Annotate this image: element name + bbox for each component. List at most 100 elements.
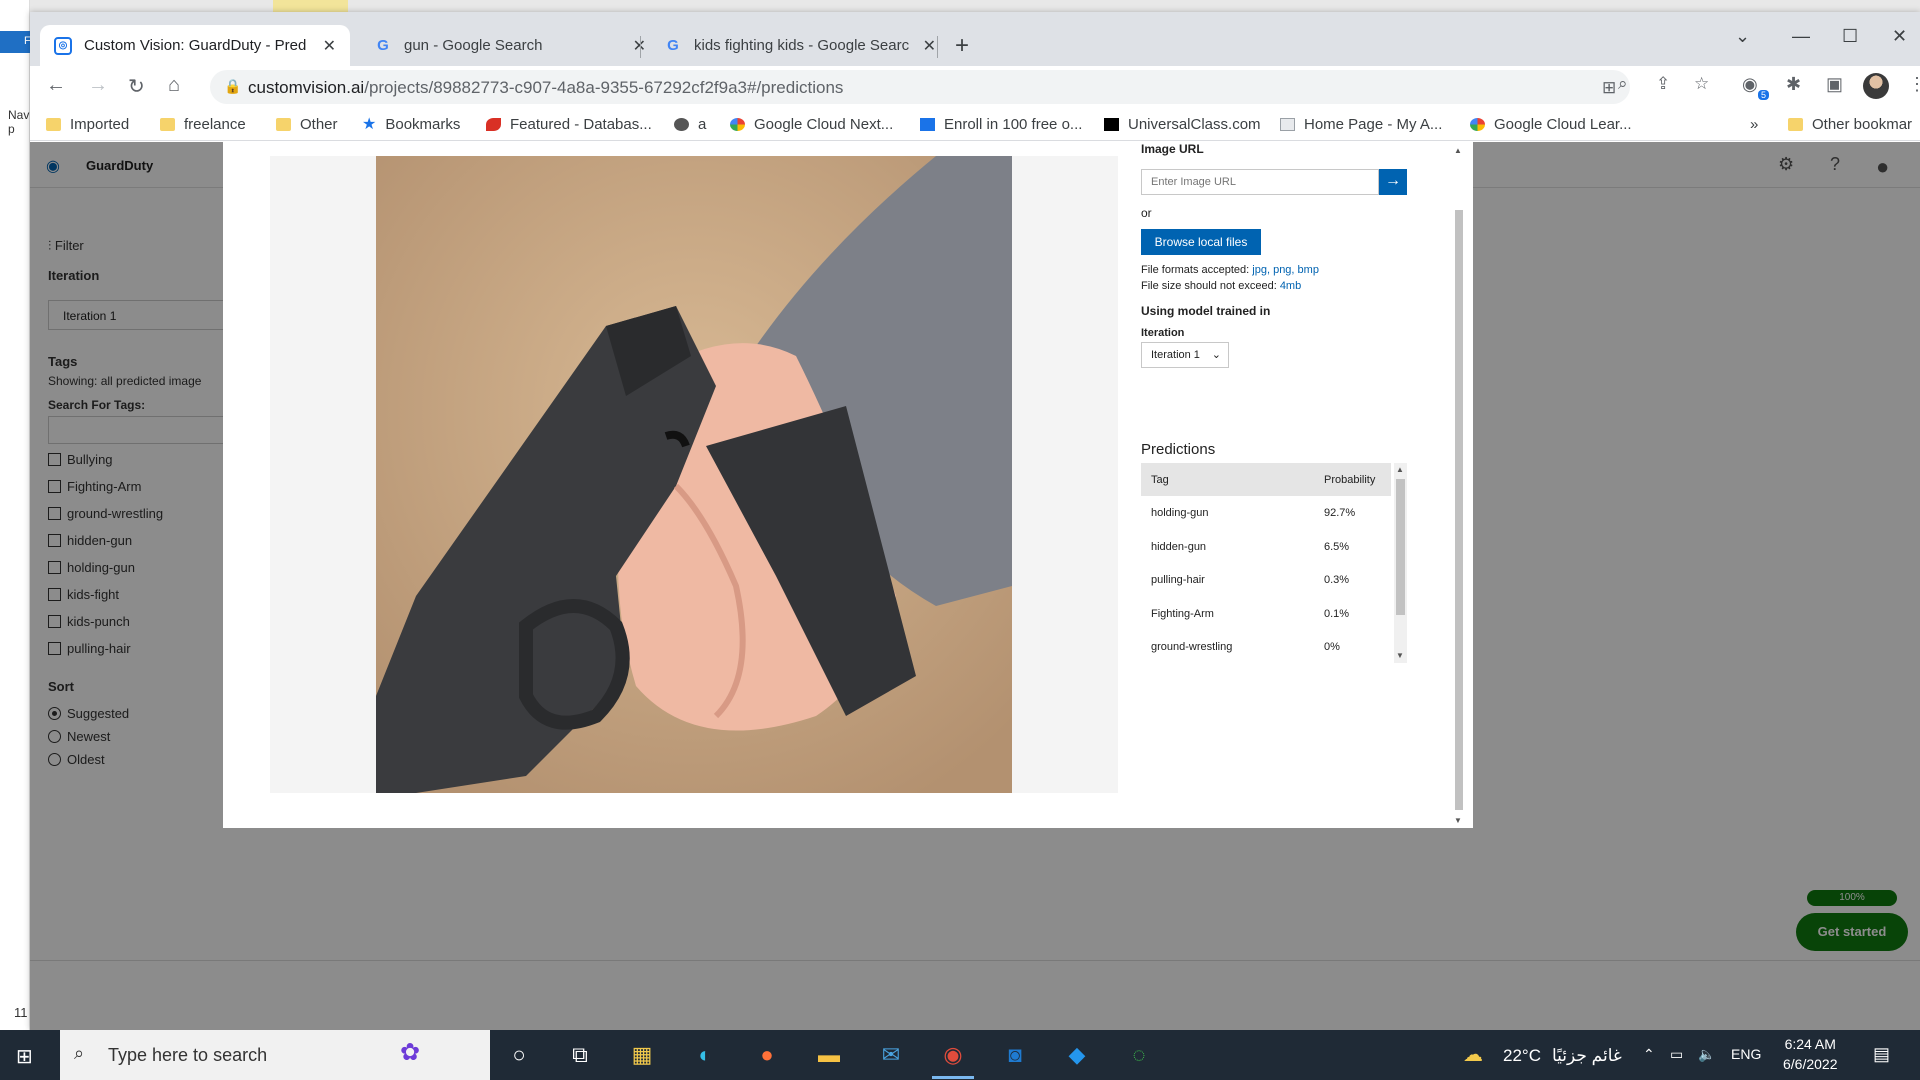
scroll-down-icon[interactable]: ▼	[1454, 816, 1462, 825]
tab-kids-fighting-search[interactable]: G kids fighting kids - Google Searc ✕	[650, 25, 950, 66]
extensions-puzzle-icon[interactable]: ✱	[1786, 74, 1801, 95]
search-icon: ⌕	[74, 1043, 85, 1063]
desktop-background-window: F Nav p 11	[0, 0, 31, 1030]
reload-icon[interactable]: ↻	[128, 74, 145, 99]
weather-text[interactable]: غائم جزئيًا	[1552, 1046, 1622, 1066]
minimize-icon[interactable]: —	[1792, 26, 1810, 47]
extension-badge: 5	[1758, 90, 1770, 100]
bookmark-item[interactable]: a	[674, 116, 706, 133]
chrome-icon[interactable]: ◉	[932, 1040, 974, 1079]
page-content: ← ◉ GuardDuty ⚙ ? ● ⫶ Filter Iteration I…	[30, 142, 1920, 1030]
notifications-icon[interactable]: ▤	[1873, 1044, 1890, 1065]
predictions-header: Tag Probability	[1141, 463, 1391, 496]
forward-icon[interactable]: →	[88, 74, 108, 97]
prediction-probability: 0.3%	[1324, 574, 1350, 586]
table-row: hidden-gun 6.5%	[1141, 530, 1391, 563]
edge-icon[interactable]: ◐	[690, 1040, 720, 1070]
tab-custom-vision[interactable]: ◎ Custom Vision: GuardDuty - Pred ✕	[40, 25, 350, 66]
table-row: holding-gun 92.7%	[1141, 496, 1391, 529]
scroll-up-icon[interactable]: ▲	[1454, 146, 1462, 155]
scroll-up-icon[interactable]: ▲	[1396, 465, 1404, 474]
prediction-probability: 92.7%	[1324, 507, 1356, 519]
close-tab-icon[interactable]: ✕	[323, 36, 336, 56]
bookmark-item[interactable]: Google Cloud Next...	[730, 116, 893, 133]
new-tab-button[interactable]: +	[955, 32, 969, 60]
back-icon[interactable]: ←	[46, 74, 66, 97]
mail-icon[interactable]: ✉	[876, 1040, 906, 1070]
scrollbar-thumb[interactable]	[1396, 479, 1405, 615]
address-bar[interactable]: 🔒 customvision.ai/projects/89882773-c907…	[210, 70, 1630, 104]
document-icon	[1280, 118, 1295, 131]
bookmark-item[interactable]: Other	[276, 116, 338, 133]
network-icon[interactable]: ▭	[1670, 1046, 1683, 1063]
tab-separator	[937, 36, 938, 58]
image-url-input[interactable]	[1141, 169, 1379, 195]
side-panel-icon[interactable]: ▣	[1826, 74, 1843, 95]
quick-test-controls: Image URL → or Browse local files File f…	[1141, 142, 1441, 828]
folder-icon	[46, 118, 61, 131]
browse-local-files-button[interactable]: Browse local files	[1141, 229, 1261, 255]
prediction-probability: 0%	[1324, 641, 1340, 653]
translate-icon[interactable]: ⊞	[1602, 78, 1616, 98]
weather-icon[interactable]: ☁	[1463, 1042, 1483, 1067]
other-bookmarks[interactable]: Other bookmar	[1788, 116, 1912, 133]
firefox-icon[interactable]: ●	[752, 1040, 782, 1070]
close-window-icon[interactable]: ✕	[1892, 26, 1907, 47]
tab-gun-search[interactable]: G gun - Google Search ✕	[360, 25, 660, 66]
cortana-icon[interactable]: ○	[504, 1040, 534, 1070]
scroll-down-icon[interactable]: ▼	[1396, 651, 1404, 660]
clock-date: 6/6/2022	[1783, 1056, 1838, 1072]
table-row: ground-wrestling 0%	[1141, 630, 1391, 663]
docker-icon[interactable]: ◆	[1062, 1040, 1092, 1070]
menu-kebab-icon[interactable]: ⋮	[1908, 74, 1920, 95]
bookmark-item[interactable]: ★ Bookmarks	[362, 116, 460, 133]
maximize-icon[interactable]: ☐	[1842, 26, 1858, 47]
tab-title: Custom Vision: GuardDuty - Pred	[84, 37, 307, 54]
input-language[interactable]: ENG	[1731, 1046, 1761, 1062]
or-text: or	[1141, 206, 1152, 220]
bookmark-item[interactable]: Imported	[46, 116, 129, 133]
tab-separator	[640, 36, 641, 58]
task-view-icon[interactable]: ⧉	[565, 1040, 595, 1070]
windows-start-icon[interactable]: ⊞	[16, 1044, 33, 1069]
scrollbar-thumb[interactable]	[1455, 210, 1463, 810]
bookmark-item[interactable]: UniversalClass.com	[1104, 116, 1261, 133]
bookmark-item[interactable]: Featured - Databas...	[486, 116, 652, 133]
prediction-probability: 6.5%	[1324, 541, 1350, 553]
bookmarks-overflow[interactable]: »	[1750, 116, 1758, 133]
outlook-icon[interactable]: ◙	[1000, 1040, 1030, 1070]
microsoft-store-icon[interactable]: ▦	[627, 1040, 657, 1070]
prediction-tag: pulling-hair	[1151, 574, 1205, 586]
bookmark-star-icon[interactable]: ☆	[1694, 74, 1709, 94]
bookmark-item[interactable]: Enroll in 100 free o...	[920, 116, 1082, 133]
google-icon: G	[377, 37, 389, 54]
file-explorer-icon[interactable]: ▬	[814, 1040, 844, 1070]
folder-icon	[160, 118, 175, 131]
iteration-dropdown[interactable]: Iteration 1 ⌄	[1141, 342, 1229, 368]
profile-avatar[interactable]	[1863, 73, 1889, 99]
extension-icon[interactable]: ◉	[1742, 74, 1758, 95]
tab-title: kids fighting kids - Google Searc	[694, 37, 910, 54]
bookmark-item[interactable]: Home Page - My A...	[1280, 116, 1442, 133]
close-tab-icon[interactable]: ✕	[923, 36, 936, 56]
volume-icon[interactable]: 🔈	[1698, 1046, 1715, 1063]
home-icon[interactable]: ⌂	[168, 74, 180, 97]
modal-scrollbar[interactable]: ▲ ▼	[1452, 142, 1466, 828]
bot-icon	[674, 118, 689, 131]
url-text: customvision.ai/projects/89882773-c907-4…	[248, 78, 844, 97]
tray-chevron-icon[interactable]: ⌃	[1643, 1046, 1655, 1063]
share-icon[interactable]: ⇪	[1656, 74, 1670, 94]
bookmark-item[interactable]: Google Cloud Lear...	[1470, 116, 1632, 133]
iteration-label: Iteration	[1141, 327, 1185, 339]
bookmark-item[interactable]: freelance	[160, 116, 246, 133]
zoom-icon[interactable]: ⌕	[1618, 74, 1628, 94]
loading-app-icon[interactable]: ◌	[1124, 1040, 1154, 1070]
submit-url-arrow-icon[interactable]: →	[1379, 169, 1407, 195]
predictions-scrollbar[interactable]: ▲ ▼	[1394, 463, 1407, 663]
tab-search-icon[interactable]: ⌄	[1735, 26, 1750, 47]
prediction-tag: Fighting-Arm	[1151, 608, 1214, 620]
prediction-probability: 0.1%	[1324, 608, 1350, 620]
clock[interactable]: 6:24 AM 6/6/2022	[1783, 1036, 1838, 1072]
taskbar-search-box[interactable]: ⌕ Type here to search ✿	[60, 1030, 490, 1080]
weather-temp[interactable]: 22°C	[1503, 1046, 1541, 1066]
